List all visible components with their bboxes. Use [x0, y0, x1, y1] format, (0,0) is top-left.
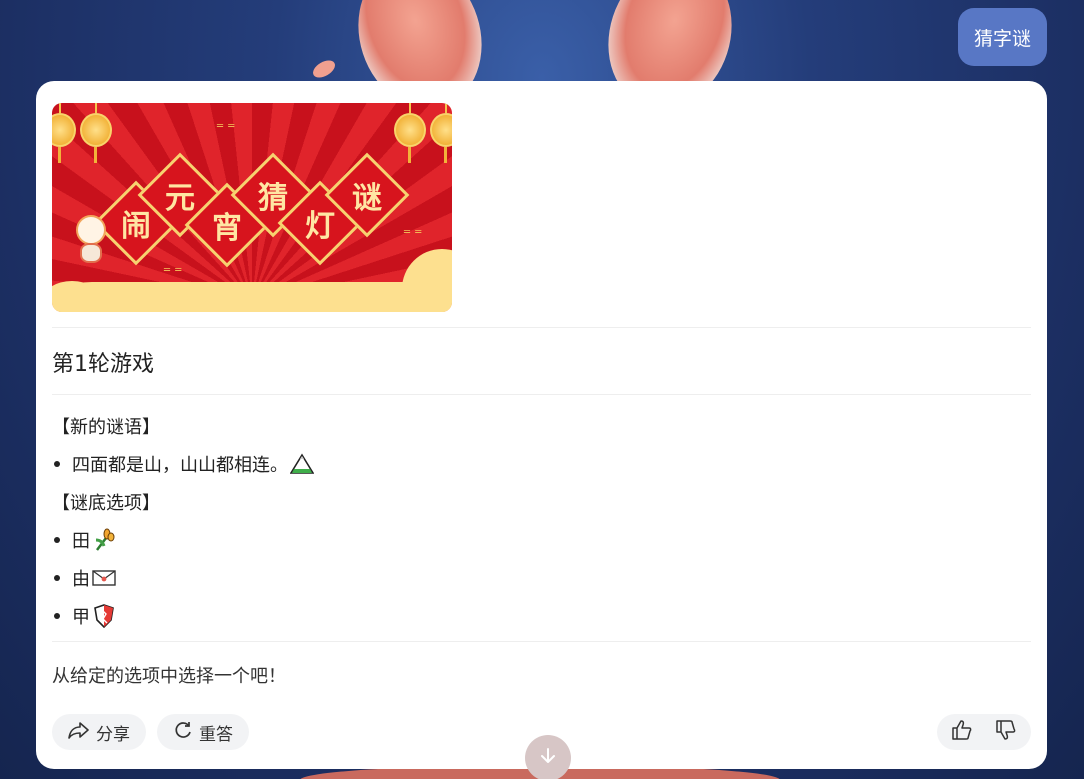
user-message-text: 猜字谜 — [973, 27, 1031, 50]
assistant-message-card: ═ ═ ═ ═ ═ ═ 闹 元 宵 猜 灯 谜 第1轮游戏 【新的谜语】 四面都… — [36, 81, 1047, 769]
cloud-decoration — [52, 282, 452, 312]
lantern-icon — [52, 103, 78, 163]
feedback-buttons — [937, 714, 1031, 750]
riddle-item: 四面都是山，山山都相连。 — [52, 451, 1031, 477]
cloud-ornament: ═ ═ — [164, 265, 183, 276]
banner-char: 元 — [165, 181, 195, 216]
banner-char: 谜 — [352, 181, 382, 216]
banner-char: 闹 — [121, 209, 151, 244]
cloud-ornament: ═ ═ — [404, 227, 423, 238]
riddle-content: 【新的谜语】 四面都是山，山山都相连。 【谜底选项】 田 由 甲 — [52, 395, 1031, 629]
riddle-text: 四面都是山，山山都相连。 — [72, 455, 288, 476]
banner-image[interactable]: ═ ═ ═ ═ ═ ═ 闹 元 宵 猜 灯 谜 — [52, 103, 452, 312]
options-label: 【谜底选项】 — [52, 493, 160, 514]
bullet-dot — [54, 461, 60, 467]
regenerate-button[interactable]: 重答 — [157, 714, 249, 750]
lantern-icon — [392, 103, 428, 163]
lantern-icon — [428, 103, 452, 163]
rabbit-mascot-icon — [72, 215, 110, 263]
lantern-icon — [78, 103, 114, 163]
round-title: 第1轮游戏 — [52, 352, 154, 377]
share-label: 分享 — [96, 724, 130, 745]
new-riddle-label: 【新的谜语】 — [52, 417, 160, 438]
option-item[interactable]: 甲 — [52, 603, 1031, 629]
option-item[interactable]: 由 — [52, 565, 1031, 591]
option-label: 由 — [72, 569, 90, 590]
mountain-icon — [290, 452, 314, 476]
shield-icon — [92, 604, 116, 628]
prompt-text: 从给定的选项中选择一个吧！ — [52, 666, 286, 687]
option-label: 田 — [72, 531, 90, 552]
share-icon — [68, 721, 96, 744]
scroll-to-bottom-button[interactable] — [525, 735, 571, 779]
thumbs-down-icon[interactable] — [995, 719, 1017, 745]
regenerate-label: 重答 — [199, 724, 233, 745]
rice-plant-icon — [92, 528, 116, 552]
option-item[interactable]: 田 — [52, 527, 1031, 553]
option-label: 甲 — [72, 607, 90, 628]
bullet-dot — [54, 575, 60, 581]
cloud-ornament: ═ ═ — [217, 121, 236, 132]
banner-char: 灯 — [305, 209, 335, 244]
user-message-bubble: 猜字谜 — [957, 8, 1047, 66]
banner-char: 猜 — [258, 181, 288, 216]
banner-char: 宵 — [212, 211, 242, 246]
thumbs-up-icon[interactable] — [951, 719, 973, 745]
share-button[interactable]: 分享 — [52, 714, 146, 750]
bullet-dot — [54, 613, 60, 619]
bullet-dot — [54, 537, 60, 543]
envelope-icon — [92, 566, 116, 590]
arrow-down-icon — [538, 746, 558, 770]
refresh-icon — [173, 720, 199, 745]
